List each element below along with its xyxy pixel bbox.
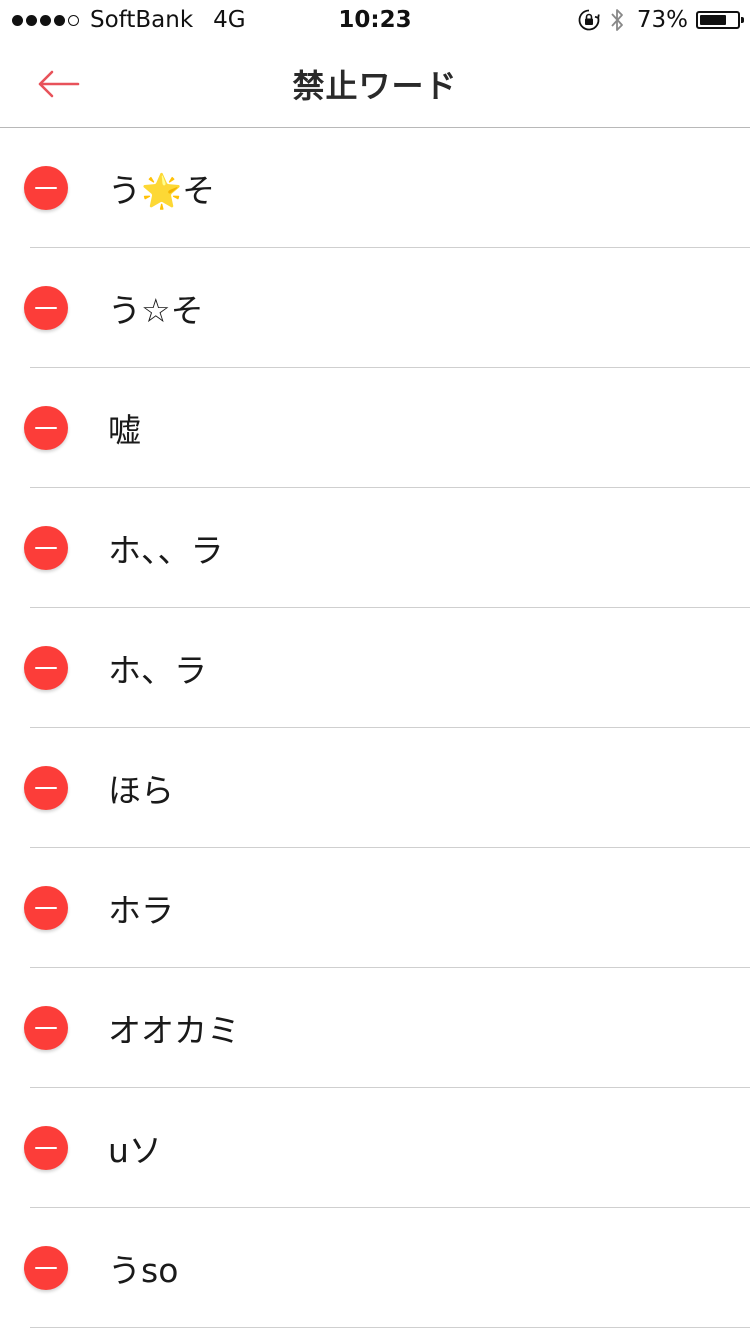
list-item: uソ <box>0 1088 750 1208</box>
banned-word-label: ほら <box>108 771 174 810</box>
banned-word-label: オオカミ <box>108 1011 240 1050</box>
battery-level-fill <box>700 15 727 25</box>
delete-button[interactable] <box>24 166 68 210</box>
list-item: うso <box>0 1208 750 1328</box>
delete-button[interactable] <box>24 1246 68 1290</box>
minus-icon <box>35 547 57 549</box>
minus-icon <box>35 1147 57 1149</box>
banned-word-label: ホラ <box>108 891 174 930</box>
bluetooth-icon <box>611 9 623 31</box>
delete-button[interactable] <box>24 286 68 330</box>
battery-icon <box>696 11 744 29</box>
status-left: SoftBank 4G <box>12 0 246 40</box>
list-item: ホラ <box>0 848 750 968</box>
minus-icon <box>35 907 57 909</box>
banned-word-label: uソ <box>108 1131 162 1170</box>
minus-icon <box>35 787 57 789</box>
delete-button[interactable] <box>24 406 68 450</box>
delete-button[interactable] <box>24 1006 68 1050</box>
status-bar: SoftBank 4G 10:23 73% <box>0 0 750 40</box>
delete-button[interactable] <box>24 526 68 570</box>
list-item: ほら <box>0 728 750 848</box>
status-right: 73% <box>577 0 744 40</box>
delete-button[interactable] <box>24 646 68 690</box>
signal-strength-icon <box>12 14 82 26</box>
list-item: 嘘 <box>0 368 750 488</box>
minus-icon <box>35 427 57 429</box>
list-item: オオカミ <box>0 968 750 1088</box>
list-item: う☆そ <box>0 248 750 368</box>
list-item: ホ、ラ <box>0 608 750 728</box>
orientation-lock-icon <box>578 9 600 31</box>
list-item: ホ、、ラ <box>0 488 750 608</box>
banned-word-list: う🌟そ う☆そ 嘘 ホ、、ラ ホ、ラ ほら ホラ オオカミ uソ うso <box>0 128 750 1328</box>
page-title: 禁止ワード <box>292 67 458 105</box>
banned-word-label: うso <box>108 1251 179 1290</box>
minus-icon <box>35 187 57 189</box>
minus-icon <box>35 307 57 309</box>
delete-button[interactable] <box>24 886 68 930</box>
banned-word-label: ホ、ラ <box>108 651 207 690</box>
carrier-name: SoftBank <box>90 7 194 33</box>
minus-icon <box>35 667 57 669</box>
banned-word-label: う🌟そ <box>108 171 216 210</box>
list-item: う🌟そ <box>0 128 750 248</box>
minus-icon <box>35 1267 57 1269</box>
banned-word-label: 嘘 <box>108 411 141 450</box>
battery-percentage: 73% <box>636 7 688 33</box>
minus-icon <box>35 1027 57 1029</box>
delete-button[interactable] <box>24 766 68 810</box>
banned-word-label: う☆そ <box>108 291 204 330</box>
network-type: 4G <box>213 7 246 33</box>
banned-word-label: ホ、、ラ <box>108 531 224 570</box>
navigation-bar: 禁止ワード <box>0 40 750 128</box>
delete-button[interactable] <box>24 1126 68 1170</box>
